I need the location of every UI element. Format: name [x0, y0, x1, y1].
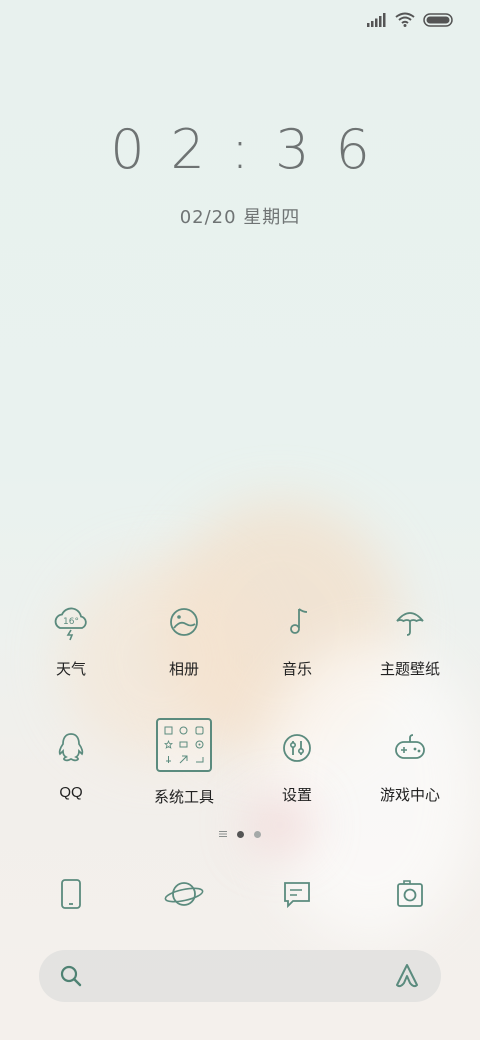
app-themes[interactable]: 主题壁纸	[355, 600, 465, 679]
gallery-icon	[170, 608, 198, 636]
signal-icon	[367, 12, 386, 27]
lockscreen-date: 02/20 星期四	[179, 207, 301, 228]
app-gallery[interactable]: 相册	[129, 600, 239, 679]
wallpaper-cat-tongue	[250, 800, 310, 850]
app-label: QQ	[59, 784, 83, 801]
phone-icon	[61, 879, 81, 909]
menu-lines-icon[interactable]	[219, 830, 227, 838]
folder-mini-icon	[161, 752, 176, 767]
app-qq[interactable]: QQ	[16, 726, 126, 801]
assistant-icon[interactable]	[393, 962, 421, 990]
dock-phone[interactable]	[16, 872, 126, 916]
folder-mini-icon	[192, 738, 207, 753]
browser-icon	[164, 882, 204, 906]
theme-icon	[396, 612, 424, 636]
dock-messages[interactable]	[242, 872, 352, 916]
app-settings[interactable]: 设置	[242, 726, 352, 805]
folder-mini-icon	[176, 738, 191, 753]
dock-browser[interactable]	[129, 872, 239, 916]
game-center-icon	[395, 734, 425, 759]
app-label: 设置	[281, 787, 312, 804]
search-bar[interactable]	[39, 950, 441, 1002]
folder-icon	[156, 718, 212, 772]
qq-icon	[58, 733, 84, 762]
battery-icon	[423, 12, 453, 27]
app-weather[interactable]: 16° 天气	[16, 600, 126, 679]
folder-mini-icon	[192, 752, 207, 767]
music-icon	[290, 608, 308, 634]
app-label: 游戏中心	[379, 787, 440, 804]
weather-temperature: 16°	[63, 617, 79, 627]
folder-mini-icon	[161, 723, 176, 738]
page-dot-active[interactable]	[237, 830, 244, 838]
folder-mini-icon	[161, 738, 176, 753]
app-label: 系统工具	[153, 789, 214, 806]
page-indicator	[0, 830, 480, 838]
folder-mini-icon	[192, 723, 207, 738]
folder-mini-icon	[176, 723, 191, 738]
app-label: 天气	[55, 661, 86, 678]
app-label: 相册	[168, 661, 199, 678]
camera-icon	[397, 880, 423, 907]
app-folder-system-tools[interactable]: 系统工具	[129, 718, 239, 807]
lockscreen-clock: 02:36	[110, 118, 396, 181]
messages-icon	[284, 882, 310, 909]
folder-mini-icon	[176, 752, 191, 767]
dock-camera[interactable]	[355, 872, 465, 916]
page-dot[interactable]	[254, 830, 261, 838]
app-label: 主题壁纸	[379, 661, 440, 678]
status-bar	[0, 0, 480, 40]
app-label: 音乐	[281, 661, 312, 678]
search-icon[interactable]	[59, 964, 83, 988]
wifi-icon	[395, 12, 415, 27]
weather-icon: 16°	[54, 607, 87, 641]
settings-icon	[283, 734, 311, 762]
app-game-center[interactable]: 游戏中心	[355, 726, 465, 805]
app-music[interactable]: 音乐	[242, 600, 352, 679]
